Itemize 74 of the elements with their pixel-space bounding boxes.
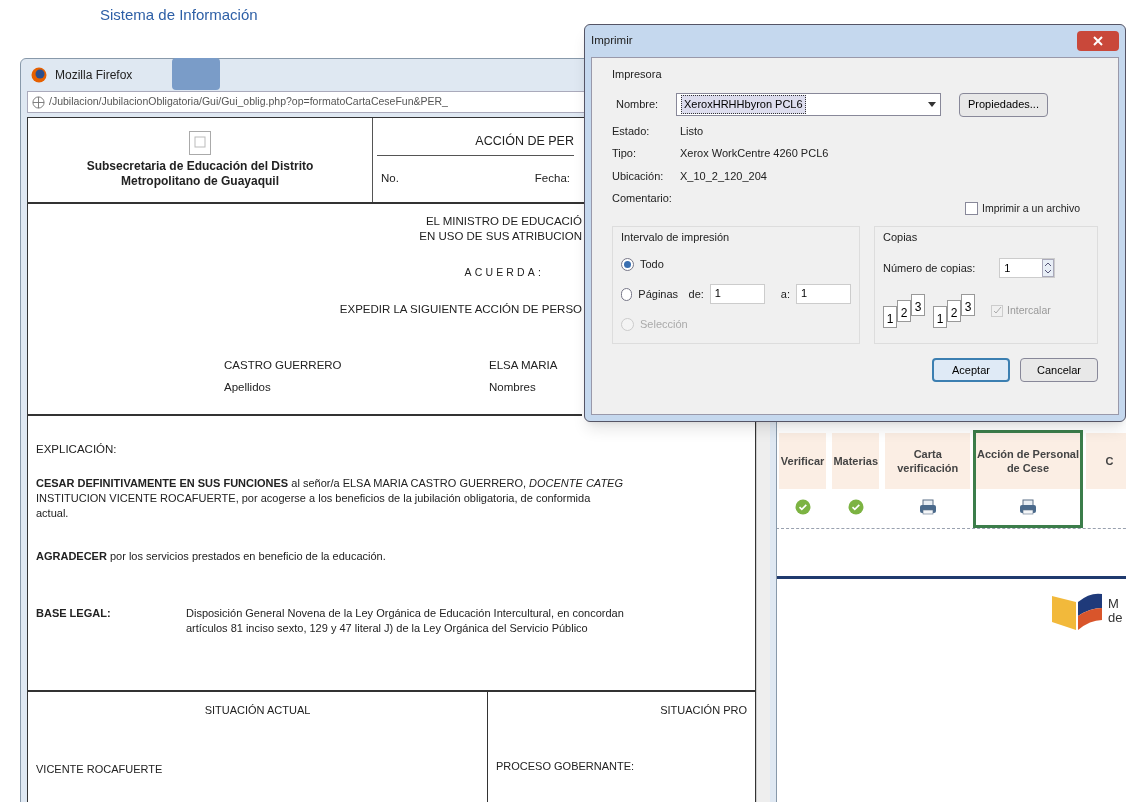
range-group-label: Intervalo de impresión	[621, 230, 731, 246]
name-label: Nombre:	[615, 97, 660, 113]
dropdown-icon	[928, 102, 936, 107]
legal-basis-label: BASE LEGAL:	[36, 605, 112, 621]
given-names-label: Nombres	[489, 380, 537, 395]
surnames-value: CASTRO GUERRERO	[224, 358, 343, 373]
check-icon	[847, 499, 864, 515]
printer-icon[interactable]	[1019, 499, 1037, 515]
info-label: Comentario:	[612, 191, 673, 206]
current-situation-heading: SITUACIÓN ACTUAL	[204, 703, 311, 718]
to-page-field[interactable]: 1	[796, 284, 851, 305]
browser-logo-icon	[31, 67, 47, 83]
column-header: Verificar	[780, 454, 825, 468]
number-label: No.	[381, 171, 399, 187]
copies-group-label: Copias	[883, 230, 919, 246]
explanation-paragraph: CESAR DEFINITIVAMENTE EN SUS FUNCIONES al señor/a ELSA MARIA CASTRO GUERRERO, DOCENTE CATEG INSTITUCION VICENTE ROCAFUERTE, por acogerse a los beneficios de la jubilación obligatoria, de conformida actual.	[36, 476, 624, 522]
proposed-situation-value: PROCESO GOBERNANTE:	[496, 758, 636, 774]
logo-text: M	[1108, 597, 1120, 611]
logo-text: de	[1108, 611, 1123, 625]
document-title: ACCIÓN DE PER	[475, 132, 574, 151]
printer-group-label: Impresora	[612, 67, 663, 82]
given-names-value: ELSA MARIA	[489, 358, 559, 373]
info-value: Listo	[680, 123, 704, 139]
to-label: a:	[780, 287, 790, 302]
dialog-title: Imprimir	[591, 33, 633, 49]
column-header: C	[1105, 454, 1114, 468]
close-button[interactable]	[1077, 31, 1119, 51]
preamble-line: EL MINISTRO DE EDUCACIÓ	[425, 214, 582, 229]
logo-placeholder-icon	[189, 131, 211, 155]
check-icon	[794, 499, 811, 515]
info-label: Tipo:	[612, 146, 638, 161]
info-value: Xerox WorkCentre 4260 PCL6	[680, 146, 829, 161]
explanation-label: EXPLICACIÓN:	[36, 442, 118, 457]
column-header: Carta verificación	[896, 447, 960, 475]
from-label: de:	[688, 287, 704, 302]
info-label: Estado:	[612, 123, 651, 139]
globe-icon	[32, 95, 45, 109]
preamble-line: EN USO DE SUS ATRIBUCION	[419, 229, 582, 244]
info-value: X_10_2_120_204	[680, 168, 767, 184]
surnames-label: Apellidos	[224, 380, 272, 395]
window-title: Mozilla Firefox	[55, 67, 133, 84]
thanks-paragraph: AGRADECER por los servicios prestados en beneficio de la educación.	[36, 549, 387, 565]
spinner-arrows-icon	[1042, 258, 1055, 277]
print-to-file-label: Imprimir a un archivo	[981, 200, 1080, 216]
printer-select[interactable]: XeroxHRHHbyron PCL6	[676, 93, 941, 116]
date-label: Fecha:	[534, 171, 570, 187]
resolves-heading: ACUERDA:	[464, 265, 544, 280]
copies-label: Número de copias:	[883, 260, 976, 276]
table-column[interactable]: Acción de Personal de Cese	[973, 430, 1083, 528]
from-page-field[interactable]: 1	[709, 284, 765, 305]
page-title: Sistema de Información	[100, 5, 258, 25]
dialog-button[interactable]: Cancelar	[1020, 358, 1098, 383]
copies-spinner[interactable]: 1	[999, 257, 1056, 278]
print-to-file-checkbox[interactable]	[964, 201, 978, 215]
column-header: Materias	[833, 454, 879, 468]
collate-label: Intercalar	[1007, 302, 1051, 318]
radio-label: Todo	[640, 256, 665, 272]
issue-statement: EXPEDIR LA SIGUIENTE ACCIÓN DE PERSO	[339, 301, 582, 317]
organization-name: Subsecretaria de Educación del Distrito Metropolitano de Guayaquil	[85, 159, 315, 189]
legal-basis-text: Disposición General Novena de la Ley Orgánica de Educación Intercultural, en concordan artículos 81 inciso sexto, 129 y 47 literal J) de la Ley Orgánica del Servicio Público	[186, 605, 624, 636]
column-header: Acción de Personal de Cese	[976, 447, 1080, 475]
url-text: /Jubilacion/JubilacionObligatoria/Gui/Gui_oblig.php?op=formatoCartaCeseFun&PER_	[49, 94, 448, 110]
current-situation-value: VICENTE ROCAFUERTE	[36, 761, 164, 777]
close-icon	[1093, 36, 1103, 46]
radio-label: Selección	[640, 317, 689, 333]
dialog-button[interactable]: Aceptar	[932, 358, 1010, 383]
photo-placeholder	[172, 58, 221, 90]
radio-button[interactable]	[621, 287, 633, 301]
radio-label: Páginas	[638, 287, 680, 302]
properties-button[interactable]: Propiedades...	[959, 92, 1048, 117]
proposed-situation-heading: SITUACIÓN PRO	[660, 703, 747, 718]
info-label: Ubicación:	[612, 168, 665, 184]
printer-icon[interactable]	[918, 499, 937, 515]
radio-button[interactable]	[621, 257, 634, 271]
